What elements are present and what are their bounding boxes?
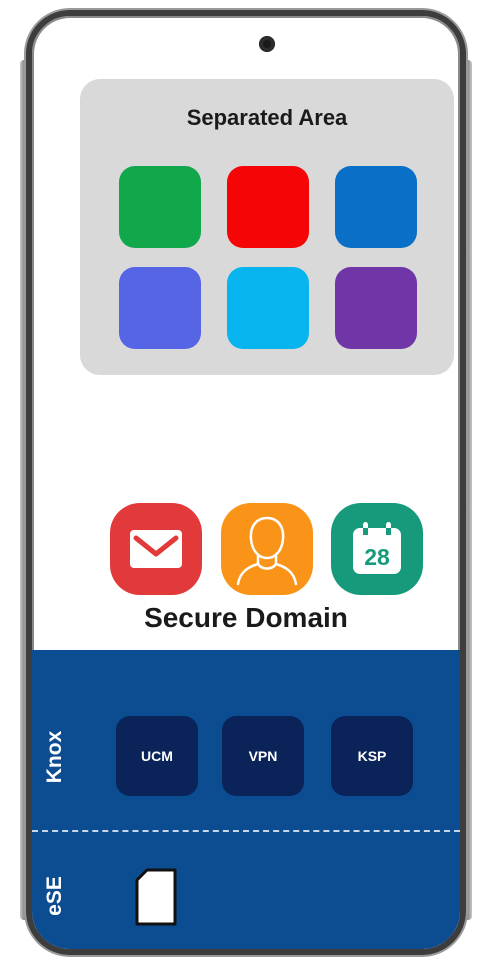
mail-icon	[130, 530, 182, 568]
sim-card-icon	[135, 868, 177, 926]
app-tile-green[interactable]	[119, 166, 201, 248]
calendar-icon: 28	[353, 522, 401, 574]
module-vpn[interactable]: VPN	[222, 716, 304, 796]
app-tile-blue[interactable]	[335, 166, 417, 248]
knox-label: Knox	[43, 730, 66, 784]
secure-app-email[interactable]	[110, 503, 202, 595]
phone-frame: Separated Area 28 Secure Domain Knox UCM…	[26, 10, 466, 955]
separated-area: Separated Area	[80, 79, 454, 375]
app-tile-periwinkle[interactable]	[119, 267, 201, 349]
secure-domain-title: Secure Domain	[144, 602, 348, 633]
app-tile-cyan[interactable]	[227, 267, 309, 349]
app-tile-purple[interactable]	[335, 267, 417, 349]
secure-app-contacts[interactable]	[221, 503, 313, 595]
front-camera-icon	[259, 36, 275, 52]
contact-icon	[236, 516, 298, 586]
secure-app-calendar[interactable]: 28	[331, 503, 423, 595]
module-ucm[interactable]: UCM	[116, 716, 198, 796]
knox-band: Knox UCM VPN KSP eSE	[32, 650, 460, 949]
ese-label: eSE	[43, 876, 66, 916]
phone-side-right	[466, 60, 472, 920]
separated-area-title: Separated Area	[186, 105, 348, 130]
module-ksp[interactable]: KSP	[331, 716, 413, 796]
calendar-date: 28	[364, 544, 390, 570]
dashed-divider	[32, 830, 460, 832]
app-tile-red[interactable]	[227, 166, 309, 248]
